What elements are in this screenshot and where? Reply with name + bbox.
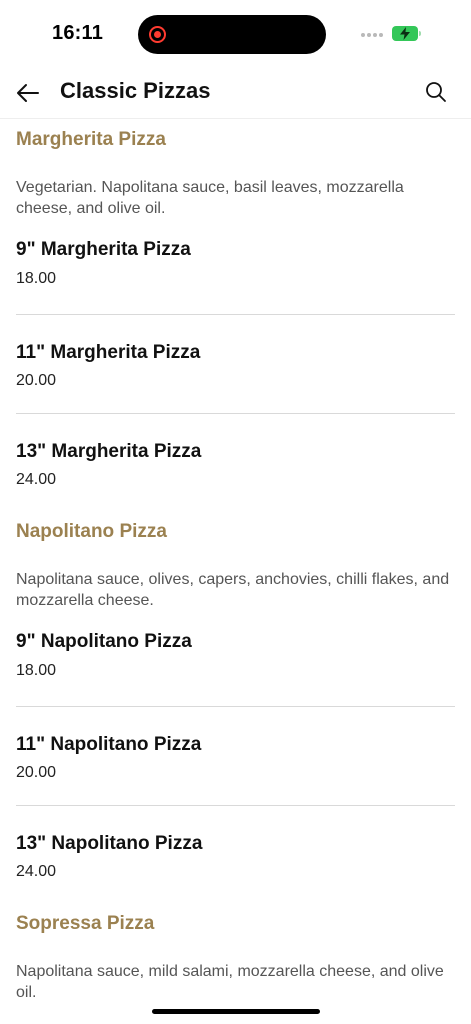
section-title: Sopressa Pizza: [16, 913, 155, 934]
menu-section: Napolitano Pizza Napolitana sauce, olive…: [0, 511, 471, 903]
section-description: Vegetarian. Napolitana sauce, basil leav…: [16, 179, 404, 217]
battery-charging-icon: [392, 26, 421, 42]
menu-item[interactable]: 13" Napolitano Pizza 24.00: [16, 805, 455, 903]
item-name: 11" Napolitano Pizza: [16, 734, 202, 755]
back-arrow-icon[interactable]: [14, 79, 42, 107]
item-name: 13" Napolitano Pizza: [16, 833, 203, 854]
item-price: 24.00: [16, 863, 57, 880]
menu-item[interactable]: 9" Margherita Pizza 18.00: [16, 239, 455, 314]
item-name: 9" Margherita Pizza: [16, 239, 191, 260]
item-price: 24.00: [16, 471, 57, 488]
menu-item[interactable]: 11" Napolitano Pizza 20.00: [16, 706, 455, 805]
item-name: 9" Napolitano Pizza: [16, 631, 192, 652]
menu-list: Margherita Pizza Vegetarian. Napolitana …: [0, 119, 471, 1023]
item-name: 13" Margherita Pizza: [16, 441, 202, 462]
home-indicator[interactable]: [152, 1009, 320, 1014]
section-title: Margherita Pizza: [16, 129, 166, 150]
status-bar: 16:11: [0, 0, 471, 70]
item-price: 20.00: [16, 764, 57, 781]
status-time: 16:11: [52, 22, 104, 44]
page-title: Classic Pizzas: [60, 78, 211, 103]
nav-bar: Classic Pizzas: [0, 70, 471, 119]
dynamic-island: [138, 15, 326, 54]
menu-section: Margherita Pizza Vegetarian. Napolitana …: [0, 119, 471, 511]
item-price: 18.00: [16, 662, 57, 679]
menu-item[interactable]: 9" Napolitano Pizza 18.00: [16, 631, 455, 706]
menu-section: Sopressa Pizza Napolitana sauce, mild sa…: [0, 903, 471, 1023]
item-price: 20.00: [16, 372, 57, 389]
search-icon[interactable]: [423, 79, 449, 105]
section-title: Napolitano Pizza: [16, 521, 167, 542]
item-name: 11" Margherita Pizza: [16, 342, 201, 363]
menu-item[interactable]: 11" Margherita Pizza 20.00: [16, 314, 455, 413]
cellular-signal-icon: [361, 33, 385, 39]
screen-recording-icon: [149, 26, 166, 43]
menu-item[interactable]: 13" Margherita Pizza 24.00: [16, 413, 455, 511]
item-price: 18.00: [16, 270, 57, 287]
section-description: Napolitana sauce, olives, capers, anchov…: [16, 571, 450, 609]
